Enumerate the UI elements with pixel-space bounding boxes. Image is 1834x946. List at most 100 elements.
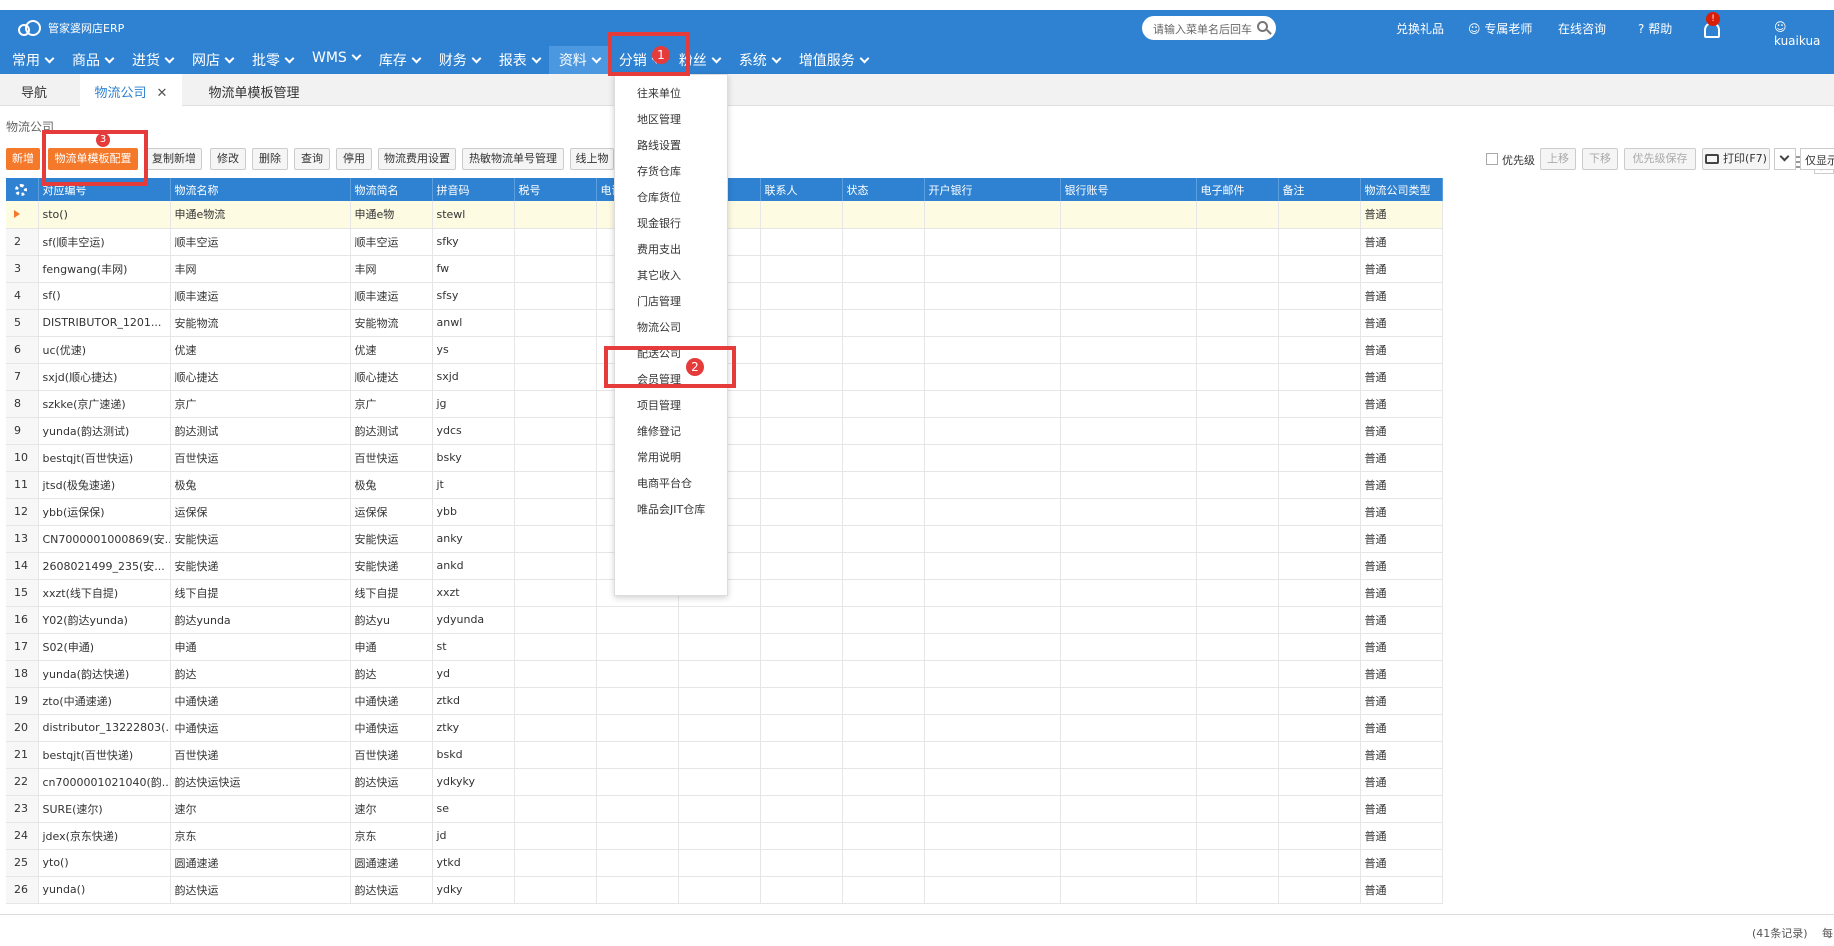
row-number: 3 (6, 255, 39, 283)
close-icon[interactable]: ✕ (157, 86, 168, 101)
dd-notes[interactable]: 常用说明 (637, 449, 681, 465)
row-number: 22 (6, 768, 39, 796)
table-row[interactable]: 22 cn7000001021040(韵... 韵达快运快运 韵达快运 ydkyky 普通 (6, 768, 1443, 796)
table-cell (678, 687, 761, 715)
gift-link[interactable]: 兑换礼品 (1396, 20, 1444, 37)
tab-template[interactable]: 物流单模板管理 (190, 74, 318, 106)
table-row[interactable]: 19 zto(中通速递) 中通快递 中通快递 ztkd 普通 (6, 687, 1443, 715)
table-cell (924, 498, 1061, 526)
tab-nav[interactable]: 导航 (0, 74, 68, 106)
menu-finance[interactable]: 财务 (439, 46, 482, 74)
dd-store[interactable]: 门店管理 (637, 293, 681, 309)
table-cell (514, 876, 597, 904)
dd-vip-jit[interactable]: 唯品会JIT仓库 (637, 501, 705, 517)
user-menu[interactable]: ☺ kuaikua (1774, 20, 1834, 48)
query-button[interactable]: 查询 (294, 148, 330, 170)
table-cell: 顺心捷达 (170, 363, 351, 391)
table-row[interactable]: 21 bestqjt(百世快递) 百世快递 百世快递 bskd 普通 (6, 741, 1443, 769)
table-row[interactable]: 26 yunda() 韵达快运 韵达快运 ydky 普通 (6, 876, 1443, 904)
highlight-menu-data (608, 32, 690, 76)
dd-region[interactable]: 地区管理 (637, 111, 681, 127)
col-contact[interactable]: 联系人 (760, 178, 843, 201)
print-dropdown[interactable] (1774, 148, 1796, 170)
table-cell (514, 255, 597, 283)
table-cell (514, 228, 597, 256)
edit-button[interactable]: 修改 (210, 148, 246, 170)
col-bank-account[interactable]: 银行账号 (1060, 178, 1197, 201)
help-link[interactable]: ? 帮助 (1638, 20, 1672, 37)
table-cell: 京广 (350, 390, 433, 418)
col-remark[interactable]: 备注 (1278, 178, 1361, 201)
table-cell (1196, 228, 1279, 256)
table-cell: 韵达快运 (350, 876, 433, 904)
col-status[interactable]: 状态 (842, 178, 925, 201)
table-row[interactable]: 23 SURE(速尔) 速尔 速尔 se 普通 (6, 795, 1443, 823)
move-up-button[interactable]: 上移 (1540, 148, 1576, 170)
add-button[interactable]: 新增 (6, 148, 40, 170)
table-cell (1196, 606, 1279, 634)
table-cell (924, 552, 1061, 580)
priority-checkbox[interactable] (1486, 153, 1498, 165)
print-button[interactable]: 打印(F7) (1702, 148, 1770, 170)
col-name[interactable]: 物流名称 (170, 178, 351, 201)
row-number: 15 (6, 579, 39, 607)
delete-button[interactable]: 删除 (252, 148, 288, 170)
dd-cash-bank[interactable]: 现金银行 (637, 215, 681, 231)
consult-link[interactable]: 在线咨询 (1558, 20, 1606, 37)
dd-other-income[interactable]: 其它收入 (637, 267, 681, 283)
hot-number-button[interactable]: 热敏物流单号管理 (462, 148, 564, 170)
menu-wms[interactable]: WMS (312, 46, 362, 74)
table-cell (1196, 579, 1279, 607)
col-email[interactable]: 电子邮件 (1196, 178, 1279, 201)
table-cell (924, 687, 1061, 715)
menu-inventory[interactable]: 库存 (379, 46, 422, 74)
dd-logistics[interactable]: 物流公司 (637, 319, 681, 335)
dd-location[interactable]: 仓库货位 (637, 189, 681, 205)
table-cell (514, 390, 597, 418)
menu-search-input[interactable]: 请输入菜单名后回车 (1142, 16, 1276, 40)
fee-setting-button[interactable]: 物流费用设置 (378, 148, 456, 170)
col-short-name[interactable]: 物流简名 (350, 178, 433, 201)
row-number: 10 (6, 444, 39, 472)
priority-save-button[interactable]: 优先级保存 (1624, 148, 1696, 170)
table-row[interactable]: 20 distributor_13222803(... 中通快运 中通快运 ztky 普通 (6, 714, 1443, 742)
grid-settings[interactable] (6, 178, 39, 201)
search-icon[interactable] (1257, 21, 1268, 32)
col-type[interactable]: 物流公司类型 (1360, 178, 1443, 201)
table-cell (1278, 714, 1361, 742)
dd-contacts[interactable]: 往来单位 (637, 85, 681, 101)
table-row[interactable]: 24 jdex(京东快递) 京东 京东 jd 普通 (6, 822, 1443, 850)
menu-purchase[interactable]: 进货 (132, 46, 175, 74)
table-cell (924, 444, 1061, 472)
online-button[interactable]: 线上物 (570, 148, 614, 170)
menu-wholesale[interactable]: 批零 (252, 46, 295, 74)
dd-repair[interactable]: 维修登记 (637, 423, 681, 439)
table-cell (1278, 390, 1361, 418)
col-bank[interactable]: 开户银行 (924, 178, 1061, 201)
menu-shop[interactable]: 网店 (192, 46, 235, 74)
table-row[interactable]: 18 yunda(韵达快递) 韵达 韵达 yd 普通 (6, 660, 1443, 688)
tab-logistics[interactable]: 物流公司 ✕ (80, 74, 182, 106)
menu-common[interactable]: 常用 (12, 46, 55, 74)
table-row[interactable]: 25 yto() 圆通速递 圆通速递 ytkd 普通 (6, 849, 1443, 877)
table-cell (1278, 444, 1361, 472)
dd-warehouse[interactable]: 存货仓库 (637, 163, 681, 179)
menu-value-added[interactable]: 增值服务 (799, 46, 870, 74)
dd-ecommerce-warehouse[interactable]: 电商平台仓 (637, 475, 692, 491)
disable-button[interactable]: 停用 (336, 148, 372, 170)
copy-add-button[interactable]: 复制新增 (146, 148, 202, 170)
menu-system[interactable]: 系统 (739, 46, 782, 74)
col-tax[interactable]: 税号 (514, 178, 597, 201)
show-only-select[interactable]: 仅显示 (1800, 148, 1834, 170)
table-row[interactable]: 17 S02(申通) 申通 申通 st 普通 (6, 633, 1443, 661)
move-down-button[interactable]: 下移 (1582, 148, 1618, 170)
table-row[interactable]: 16 Y02(韵达yunda) 韵达yunda 韵达yu ydyunda 普通 (6, 606, 1443, 634)
dd-route[interactable]: 路线设置 (637, 137, 681, 153)
dd-project[interactable]: 项目管理 (637, 397, 681, 413)
menu-data[interactable]: 资料 (548, 46, 610, 74)
menu-goods[interactable]: 商品 (72, 46, 115, 74)
teacher-link[interactable]: ☺ 专属老师 (1468, 20, 1532, 37)
col-pinyin[interactable]: 拼音码 (432, 178, 515, 201)
dd-expense[interactable]: 费用支出 (637, 241, 681, 257)
menu-reports[interactable]: 报表 (499, 46, 542, 74)
